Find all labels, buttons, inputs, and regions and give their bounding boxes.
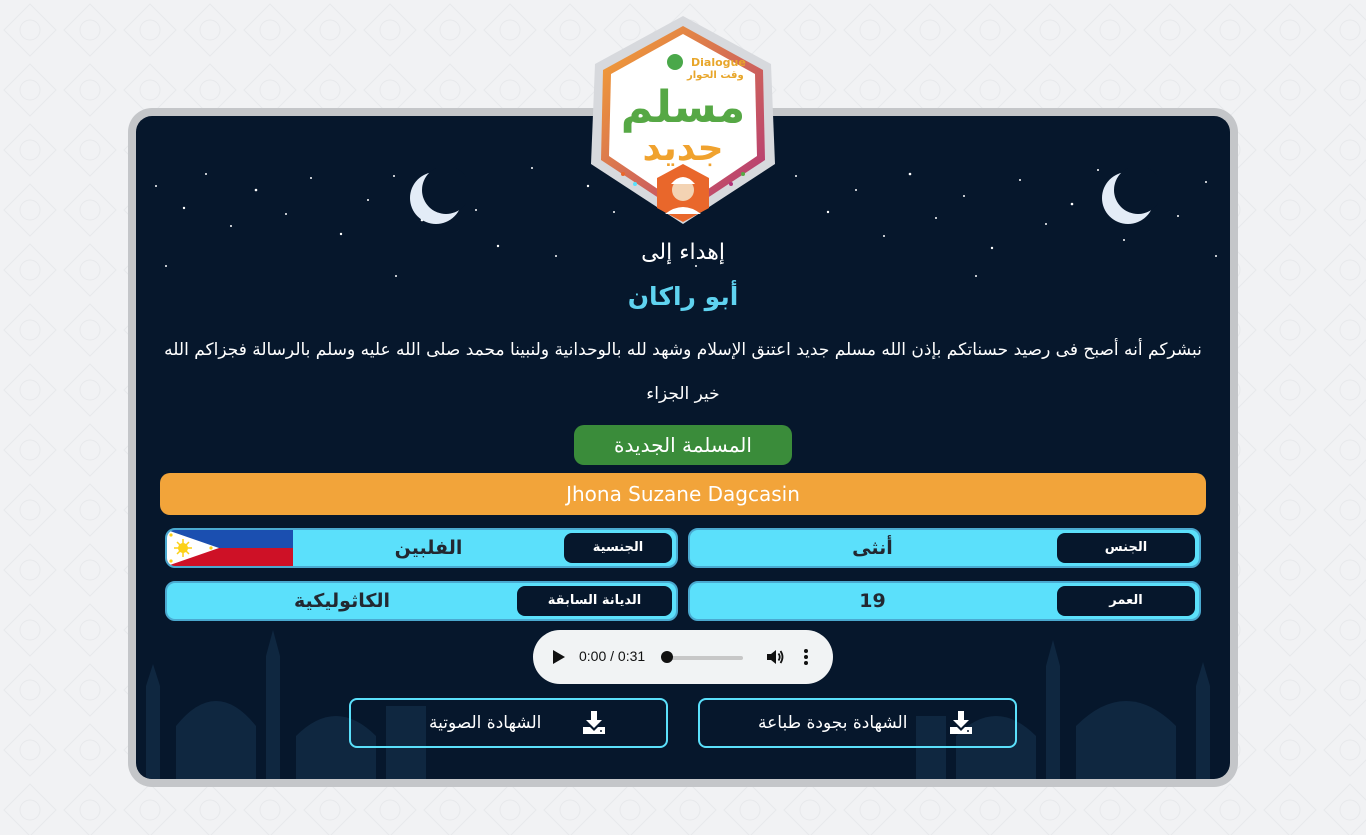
age-value: 19 [859, 590, 886, 612]
crescent-moon-icon [410, 168, 466, 224]
logo-text-main: مسلم [621, 82, 745, 133]
audio-certificate-label: الشهادة الصوتية [429, 713, 542, 733]
audio-progress-thumb[interactable] [661, 651, 673, 663]
download-icon [950, 711, 972, 734]
previous-religion-value: الكاثوليكية [293, 590, 391, 612]
logo-brand-en: Dialogue [691, 56, 746, 69]
certificate-message: نبشركم أنه أصبح فى رصيد حسناتكم بإذن الل… [164, 340, 1202, 404]
new-muslim-logo: Dialogue وقت الحوار مسلم جديد [591, 16, 775, 224]
logo-brand-ar: وقت الحوار [686, 70, 744, 81]
crescent-moon-icon [1102, 168, 1158, 224]
audio-time: 0:00 / 0:31 [579, 648, 646, 664]
gender-label: الجنس [1057, 533, 1195, 563]
volume-icon[interactable] [765, 647, 785, 667]
nationality-box: الجنسية الفلبين [165, 528, 678, 568]
gender-box: الجنس أنثى [688, 528, 1201, 568]
previous-religion-box: الديانة السابقة الكاثوليكية [165, 581, 678, 621]
audio-progress-track[interactable] [667, 656, 743, 660]
recipient-name: أبو راكان [627, 282, 739, 311]
dedication-text: إهداء إلى [641, 240, 725, 265]
nationality-label: الجنسية [564, 533, 672, 563]
nationality-value: الفلبين [394, 537, 463, 559]
age-box: العمر 19 [688, 581, 1201, 621]
print-certificate-button[interactable]: الشهادة بجودة طباعة [698, 698, 1017, 748]
gender-value: أنثى [852, 537, 893, 559]
philippines-flag [167, 530, 293, 566]
download-icon [583, 711, 605, 734]
logo-text-sub: جديد [642, 128, 723, 169]
more-vert-icon[interactable] [803, 648, 809, 666]
print-certificate-label: الشهادة بجودة طباعة [758, 713, 908, 733]
play-icon[interactable] [553, 650, 565, 664]
audio-certificate-button[interactable]: الشهادة الصوتية [349, 698, 668, 748]
muslim-name-bar: Jhona Suzane Dagcasin [160, 473, 1206, 515]
audio-player[interactable]: 0:00 / 0:31 [533, 630, 833, 684]
previous-religion-label: الديانة السابقة [517, 586, 672, 616]
new-muslim-title: المسلمة الجديدة [574, 425, 792, 465]
age-label: العمر [1057, 586, 1195, 616]
